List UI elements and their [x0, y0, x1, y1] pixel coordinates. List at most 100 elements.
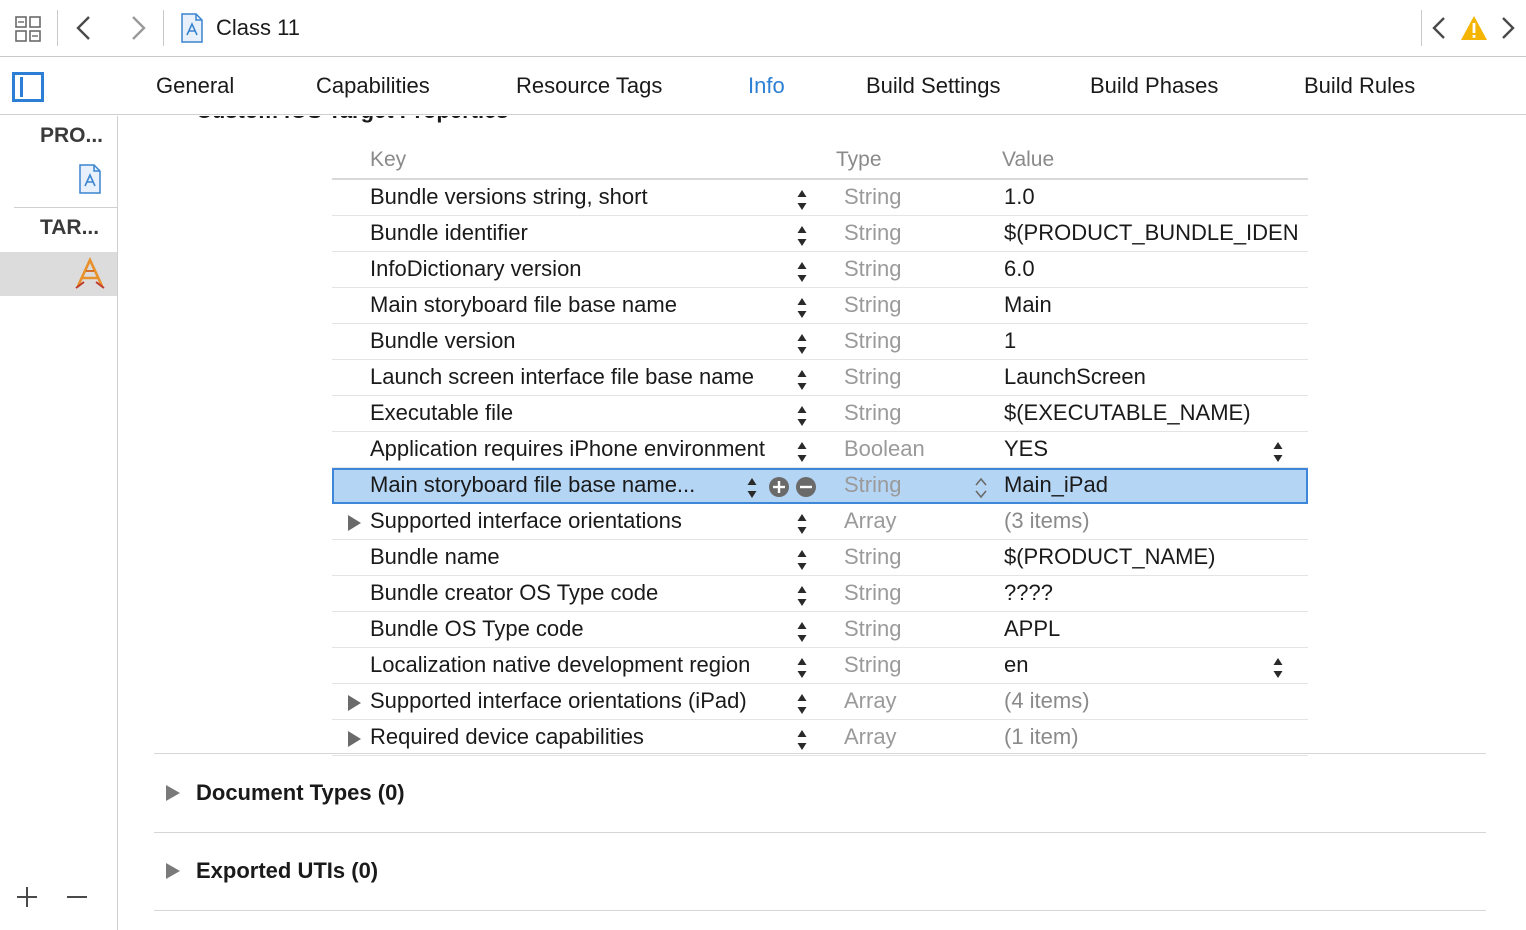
tab-general[interactable]: General	[156, 73, 234, 99]
row-type[interactable]: String	[844, 364, 901, 390]
row-value[interactable]: $(EXECUTABLE_NAME)	[1004, 400, 1251, 426]
row-key[interactable]: Localization native development region	[370, 652, 750, 678]
key-stepper-icon[interactable]	[796, 188, 808, 212]
row-key[interactable]: Bundle OS Type code	[370, 616, 584, 642]
row-type[interactable]: String	[844, 256, 901, 282]
row-value[interactable]: (1 item)	[1004, 724, 1079, 750]
row-value[interactable]: (4 items)	[1004, 688, 1090, 714]
row-value[interactable]: $(PRODUCT_NAME)	[1004, 544, 1215, 570]
key-stepper-icon[interactable]	[746, 476, 758, 500]
row-value[interactable]: APPL	[1004, 616, 1060, 642]
row-key[interactable]: Main storyboard file base name	[370, 292, 677, 318]
forward-chevron-icon[interactable]	[126, 14, 150, 42]
row-type[interactable]: String	[844, 220, 901, 246]
disclosure-triangle-icon[interactable]	[166, 785, 180, 801]
row-value[interactable]: en	[1004, 652, 1028, 678]
table-row[interactable]: Bundle OS Type code String APPL	[332, 612, 1308, 648]
table-row[interactable]: Bundle identifier String $(PRODUCT_BUNDLE_…	[332, 216, 1308, 252]
table-row[interactable]: Executable file String $(EXECUTABLE_NAME)	[332, 396, 1308, 432]
tab-build-rules[interactable]: Build Rules	[1304, 73, 1415, 99]
row-type[interactable]: Array	[844, 724, 897, 750]
tab-resource-tags[interactable]: Resource Tags	[516, 73, 662, 99]
row-key[interactable]: Bundle creator OS Type code	[370, 580, 658, 606]
row-type[interactable]: String	[844, 400, 901, 426]
disclosure-triangle-icon[interactable]	[166, 863, 180, 879]
tab-build-phases[interactable]: Build Phases	[1090, 73, 1218, 99]
table-row[interactable]: Application requires iPhone environment B…	[332, 432, 1308, 468]
document-types-header[interactable]: Document Types (0)	[196, 780, 405, 806]
add-row-button[interactable]	[768, 476, 790, 498]
row-type[interactable]: Array	[844, 688, 897, 714]
row-key[interactable]: Supported interface orientations	[370, 508, 682, 534]
row-value[interactable]: Main_iPad	[1004, 472, 1108, 498]
row-key[interactable]: Launch screen interface file base name	[370, 364, 754, 390]
key-stepper-icon[interactable]	[796, 692, 808, 716]
table-row[interactable]: Main storyboard file base name String Main	[332, 288, 1308, 324]
table-row[interactable]: Supported interface orientations Array (3 …	[332, 504, 1308, 540]
row-value[interactable]: $(PRODUCT_BUNDLE_IDEN	[1004, 220, 1299, 246]
app-target-icon[interactable]	[74, 256, 106, 290]
remove-row-button[interactable]	[795, 476, 817, 498]
row-type[interactable]: String	[844, 184, 901, 210]
table-row[interactable]: Bundle version String 1	[332, 324, 1308, 360]
row-value[interactable]: LaunchScreen	[1004, 364, 1146, 390]
key-stepper-icon[interactable]	[796, 440, 808, 464]
row-value[interactable]: Main	[1004, 292, 1052, 318]
row-key[interactable]: Application requires iPhone environment	[370, 436, 765, 462]
key-stepper-icon[interactable]	[796, 296, 808, 320]
table-row[interactable]: Bundle versions string, short String 1.0	[332, 180, 1308, 216]
row-key[interactable]: Required device capabilities	[370, 724, 644, 750]
row-type[interactable]: Array	[844, 508, 897, 534]
tab-capabilities[interactable]: Capabilities	[316, 73, 430, 99]
tab-build-settings[interactable]: Build Settings	[866, 73, 1001, 99]
warning-icon[interactable]	[1460, 14, 1488, 42]
column-header-key[interactable]: Key	[370, 148, 406, 172]
row-key[interactable]: Main storyboard file base name...	[370, 472, 695, 498]
column-header-value[interactable]: Value	[1002, 148, 1054, 172]
value-popup-stepper-icon[interactable]	[1272, 656, 1284, 680]
row-type[interactable]: Boolean	[844, 436, 925, 462]
key-stepper-icon[interactable]	[796, 332, 808, 356]
row-value[interactable]: 1.0	[1004, 184, 1035, 210]
row-type[interactable]: String	[844, 580, 901, 606]
key-stepper-icon[interactable]	[796, 548, 808, 572]
row-value[interactable]: 1	[1004, 328, 1016, 354]
add-target-button[interactable]	[14, 884, 40, 910]
section-title[interactable]: Custom iOS Target Properties	[196, 116, 509, 124]
key-stepper-icon[interactable]	[796, 368, 808, 392]
row-key[interactable]: Bundle versions string, short	[370, 184, 648, 210]
key-stepper-icon[interactable]	[796, 728, 808, 752]
row-value[interactable]: 6.0	[1004, 256, 1035, 282]
row-type[interactable]: String	[844, 328, 901, 354]
row-type[interactable]: String	[844, 544, 901, 570]
row-value[interactable]: (3 items)	[1004, 508, 1090, 534]
row-key[interactable]: Executable file	[370, 400, 513, 426]
key-stepper-icon[interactable]	[796, 620, 808, 644]
row-type[interactable]: String	[844, 652, 901, 678]
table-row[interactable]: Localization native development region St…	[332, 648, 1308, 684]
column-header-type[interactable]: Type	[836, 148, 882, 172]
table-row[interactable]: Main storyboard file base name... String M…	[332, 468, 1308, 504]
row-key[interactable]: InfoDictionary version	[370, 256, 582, 282]
value-popup-stepper-icon[interactable]	[1272, 440, 1284, 464]
disclosure-triangle-icon[interactable]	[348, 695, 361, 711]
disclosure-triangle-icon[interactable]	[348, 515, 361, 531]
disclosure-triangle-icon[interactable]	[348, 731, 361, 747]
table-row[interactable]: Supported interface orientations (iPad) A…	[332, 684, 1308, 720]
related-items-grid-icon[interactable]	[14, 15, 42, 43]
key-stepper-icon[interactable]	[796, 656, 808, 680]
back-chevron-icon[interactable]	[72, 14, 96, 42]
tab-info[interactable]: Info	[748, 73, 785, 99]
next-issue-chevron-icon[interactable]	[1497, 14, 1519, 42]
row-key[interactable]: Bundle name	[370, 544, 500, 570]
row-key[interactable]: Bundle identifier	[370, 220, 528, 246]
row-key[interactable]: Supported interface orientations (iPad)	[370, 688, 747, 714]
key-stepper-icon[interactable]	[796, 584, 808, 608]
table-row[interactable]: Bundle creator OS Type code String????	[332, 576, 1308, 612]
table-row[interactable]: Required device capabilities Array (1 item…	[332, 720, 1308, 756]
row-type[interactable]: String	[844, 472, 901, 498]
project-file-icon[interactable]	[78, 164, 102, 194]
previous-issue-chevron-icon[interactable]	[1428, 14, 1450, 42]
row-type[interactable]: String	[844, 616, 901, 642]
key-stepper-icon[interactable]	[796, 404, 808, 428]
